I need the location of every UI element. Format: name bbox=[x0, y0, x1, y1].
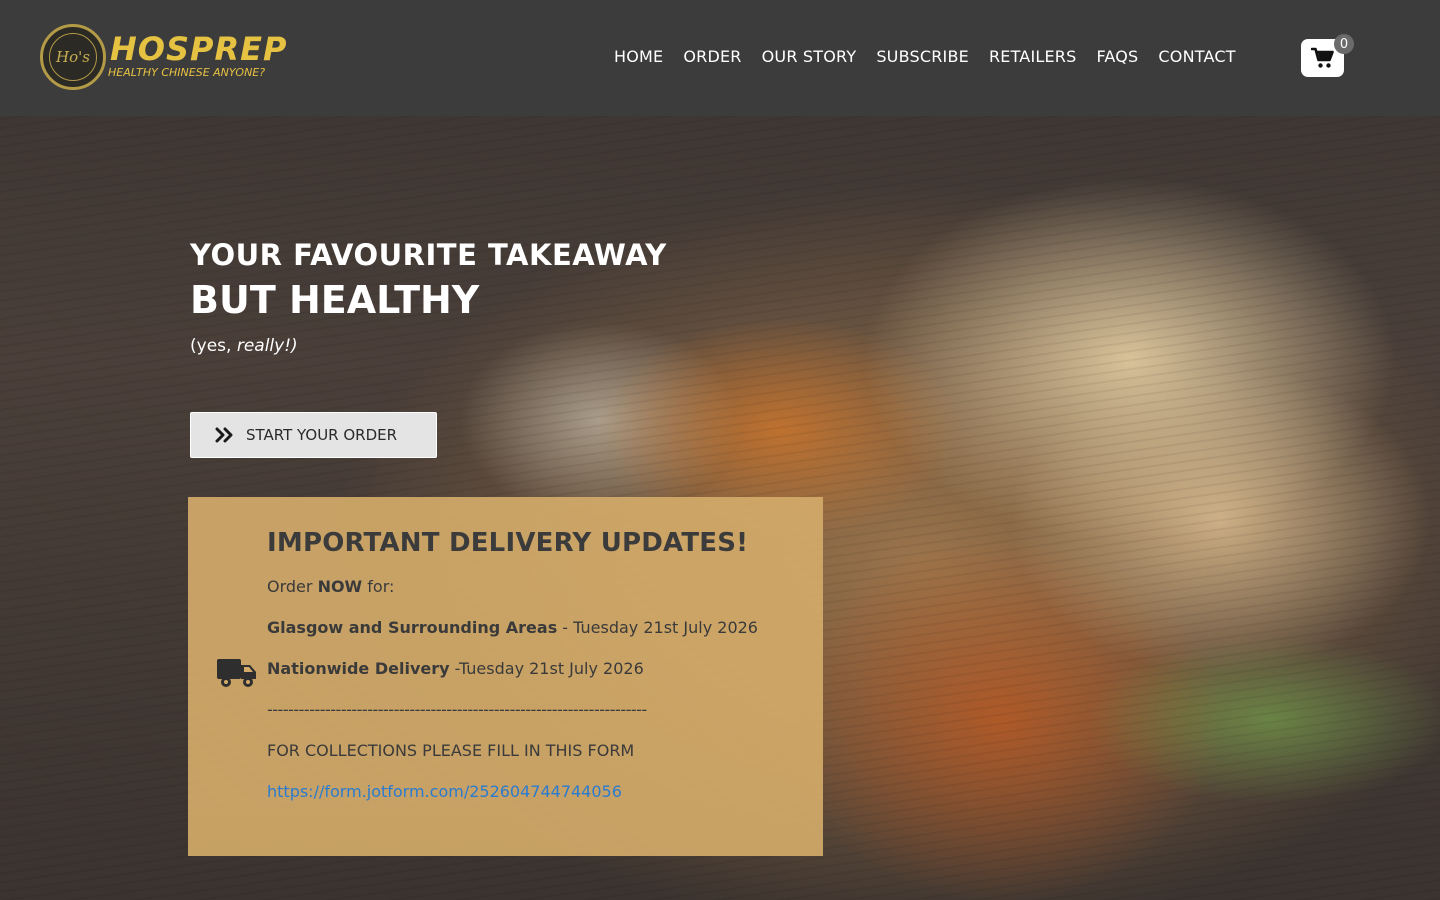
nav-home[interactable]: HOME bbox=[614, 47, 663, 66]
nav-retailers[interactable]: RETAILERS bbox=[989, 47, 1077, 66]
double-chevron-right-icon bbox=[215, 427, 233, 443]
site-logo[interactable]: Ho's HOSPREP HEALTHY CHINESE ANYONE? bbox=[40, 24, 288, 92]
shopping-cart-icon bbox=[1310, 47, 1334, 68]
nav-order[interactable]: ORDER bbox=[683, 47, 741, 66]
glasgow-delivery-date: - Tuesday 21st July 2026 bbox=[557, 618, 758, 637]
start-order-label: START YOUR ORDER bbox=[246, 426, 398, 444]
cart-count-badge: 0 bbox=[1334, 34, 1354, 54]
hero-headline-bold: BUT HEALTHY bbox=[190, 278, 480, 322]
delivery-updates-panel: IMPORTANT DELIVERY UPDATES! Order NOW fo… bbox=[188, 497, 823, 856]
cart-button[interactable]: 0 bbox=[1301, 34, 1354, 77]
hero-subline-text: (yes, bbox=[190, 336, 237, 356]
order-now-bold: NOW bbox=[317, 577, 363, 596]
hero-headline: YOUR FAVOURITE TAKEAWAY bbox=[190, 238, 667, 272]
order-now-text: Order NOW for: bbox=[267, 574, 787, 600]
nationwide-delivery-text: Nationwide Delivery -Tuesday 21st July 2… bbox=[267, 656, 787, 682]
order-now-suffix: for: bbox=[362, 577, 395, 596]
nav-our-story[interactable]: OUR STORY bbox=[762, 47, 857, 66]
collections-text: FOR COLLECTIONS PLEASE FILL IN THIS FORM bbox=[267, 741, 635, 760]
nationwide-delivery-date: -Tuesday 21st July 2026 bbox=[449, 659, 644, 678]
delivery-title: IMPORTANT DELIVERY UPDATES! bbox=[267, 528, 749, 558]
nav-faqs[interactable]: FAQS bbox=[1096, 47, 1138, 66]
delivery-panel-body: IMPORTANT DELIVERY UPDATES! Order NOW fo… bbox=[267, 497, 787, 805]
site-header: Ho's HOSPREP HEALTHY CHINESE ANYONE? HOM… bbox=[0, 0, 1440, 116]
glasgow-delivery-text: Glasgow and Surrounding Areas - Tuesday … bbox=[267, 615, 787, 641]
logo-tagline: HEALTHY CHINESE ANYONE? bbox=[108, 66, 266, 79]
glasgow-area-label: Glasgow and Surrounding Areas bbox=[267, 618, 558, 637]
nav-subscribe[interactable]: SUBSCRIBE bbox=[876, 47, 969, 66]
order-now-prefix: Order bbox=[267, 577, 318, 596]
hero-subline-emphasis: really!) bbox=[236, 336, 298, 356]
truck-icon bbox=[217, 659, 256, 687]
logo-emblem-icon: Ho's bbox=[40, 24, 106, 90]
collection-form-link[interactable]: https://form.jotform.com/252604744744056 bbox=[267, 779, 622, 805]
nationwide-label: Nationwide Delivery bbox=[267, 659, 450, 678]
logo-emblem-text: Ho's bbox=[49, 33, 97, 81]
panel-divider: ----------------------------------------… bbox=[267, 700, 647, 719]
nav-contact[interactable]: CONTACT bbox=[1158, 47, 1235, 66]
logo-wordmark: HOSPREP bbox=[110, 30, 288, 68]
main-nav: HOME ORDER OUR STORY SUBSCRIBE RETAILERS… bbox=[614, 47, 1236, 66]
hero-subline: (yes, really!) bbox=[190, 336, 298, 356]
start-order-button[interactable]: START YOUR ORDER bbox=[190, 412, 437, 458]
